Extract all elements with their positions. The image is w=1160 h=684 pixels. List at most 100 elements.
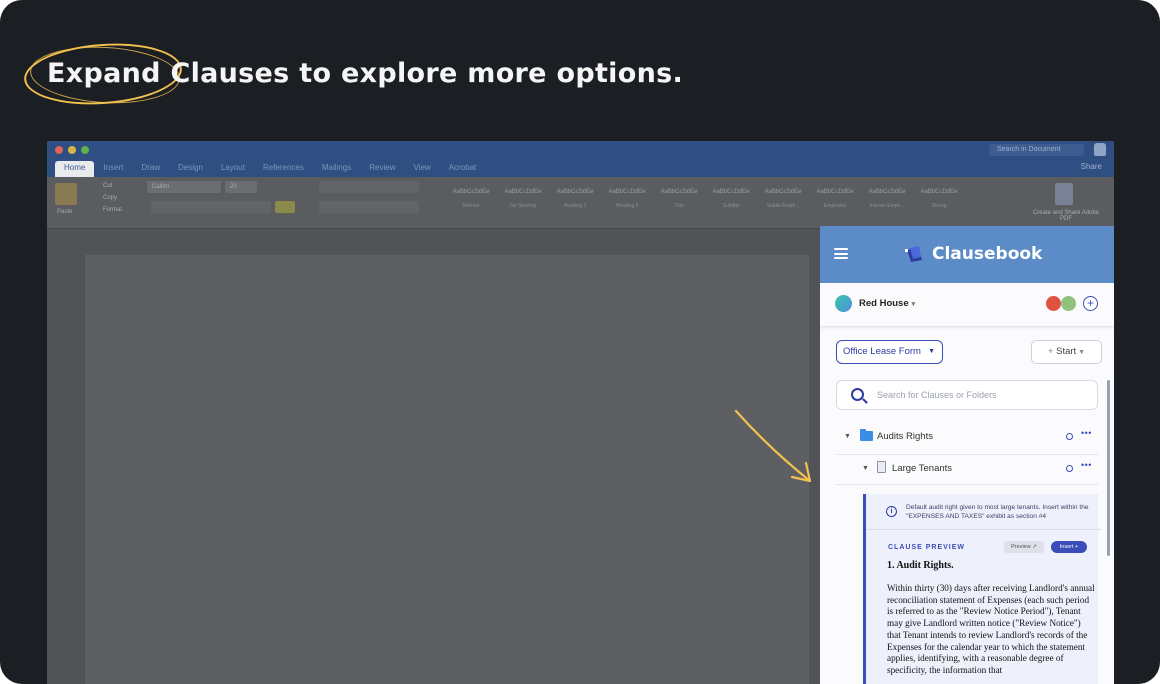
paragraph-buttons[interactable] xyxy=(319,181,419,193)
style-sample: AaBbCcDdEe xyxy=(660,189,698,195)
style-strong[interactable]: AaBbCcDdEe Strong xyxy=(915,185,963,219)
panel-header: Clausebook xyxy=(820,226,1114,283)
start-label: Start xyxy=(1056,346,1077,357)
headline-text: Clauses to explore more options. xyxy=(170,58,684,89)
plus-icon: + xyxy=(1073,544,1079,550)
panel-scrollbar[interactable] xyxy=(1107,380,1110,556)
copy-button[interactable]: Copy xyxy=(103,195,117,201)
maximize-window-icon[interactable] xyxy=(81,146,89,154)
style-sample: AaBbCcDdEe xyxy=(712,189,750,195)
tab-layout[interactable]: Layout xyxy=(212,161,254,175)
font-size-value: 20 xyxy=(230,184,237,190)
alignment-buttons[interactable] xyxy=(319,201,419,213)
style-sample: AaBbCcDdEe xyxy=(504,189,542,195)
tab-insert[interactable]: Insert xyxy=(94,161,132,175)
member-avatar[interactable] xyxy=(1046,296,1061,311)
clause-title: 1. Audit Rights. xyxy=(887,560,954,571)
style-name: Intense Emph... xyxy=(869,203,905,209)
pointer-arrow-icon xyxy=(734,409,812,483)
search-icon xyxy=(851,388,864,401)
style-name: Emphasis xyxy=(824,203,846,209)
tab-review[interactable]: Review xyxy=(360,161,404,175)
style-heading-2[interactable]: AaBbCcDdEe Heading 2 xyxy=(603,185,651,219)
style-subtitle[interactable]: AaBbCcDdEe Subtitle xyxy=(707,185,755,219)
format-button[interactable]: Format xyxy=(103,207,122,213)
style-sample: AaBbCcDdEe xyxy=(556,189,594,195)
chevron-down-icon: ▼ xyxy=(928,348,935,355)
preview-button[interactable]: Preview ↗ xyxy=(1004,541,1044,553)
tab-acrobat[interactable]: Acrobat xyxy=(440,161,486,175)
external-link-icon: ↗ xyxy=(1030,544,1037,550)
insert-button[interactable]: Insert + xyxy=(1051,541,1087,553)
font-size-select[interactable]: 20 xyxy=(225,181,257,193)
tab-draw[interactable]: Draw xyxy=(132,161,169,175)
divider xyxy=(836,484,1098,485)
style-emphasis[interactable]: AaBbCcDdEe Emphasis xyxy=(811,185,859,219)
info-icon[interactable] xyxy=(1066,433,1073,440)
account-icon[interactable] xyxy=(1094,143,1106,156)
word-titlebar: Search in Document xyxy=(47,141,1114,159)
brand-name: Clausebook xyxy=(932,244,1043,264)
clausebook-logo-icon xyxy=(905,246,922,262)
style-name: Strong xyxy=(931,203,947,209)
style-name: Subtle Emph... xyxy=(766,203,800,209)
style-sample: AaBbCcDdEe xyxy=(868,189,906,195)
style-normal[interactable]: AaBbCcDdEe Normal xyxy=(447,185,495,219)
expand-caret-icon[interactable]: ▼ xyxy=(862,465,869,472)
tree-item-label: Large Tenants xyxy=(892,463,953,474)
tab-mailings[interactable]: Mailings xyxy=(313,161,360,175)
clause-search-input[interactable]: Search for Clauses or Folders xyxy=(836,380,1098,410)
preview-label: Preview xyxy=(1011,544,1031,550)
workspace-name: Red House xyxy=(859,298,909,309)
tab-design[interactable]: Design xyxy=(169,161,212,175)
tab-view[interactable]: View xyxy=(404,161,439,175)
tree-item-audits-rights[interactable]: ▼ Audits Rights ••• xyxy=(836,423,1098,453)
brand: Clausebook xyxy=(904,244,1042,264)
info-icon: i xyxy=(886,506,897,517)
minimize-window-icon[interactable] xyxy=(68,146,76,154)
search-in-document-input[interactable]: Search in Document xyxy=(989,144,1084,156)
style-name: No Spacing xyxy=(510,203,536,209)
share-button[interactable]: Share xyxy=(1081,162,1102,171)
form-select[interactable]: Office Lease Form ▼ xyxy=(836,340,943,364)
workspace-selector[interactable]: Red House ▾ xyxy=(859,298,915,309)
info-icon[interactable] xyxy=(1066,465,1073,472)
style-title[interactable]: AaBbCcDdEe Title xyxy=(655,185,703,219)
style-name: Title xyxy=(674,203,684,209)
document-page[interactable] xyxy=(85,255,809,684)
close-window-icon[interactable] xyxy=(55,146,63,154)
style-intense-emphasis[interactable]: AaBbCcDdEe Intense Emph... xyxy=(863,185,911,219)
paste-label: Paste xyxy=(57,209,73,215)
more-options-icon[interactable]: ••• xyxy=(1081,428,1092,438)
tree-item-label: Audits Rights xyxy=(877,431,933,442)
chevron-down-icon: ▾ xyxy=(911,301,916,308)
more-options-icon[interactable]: ••• xyxy=(1081,460,1092,470)
tab-home[interactable]: Home xyxy=(55,161,95,177)
create-pdf-label: Create and Share Adobe PDF xyxy=(1032,210,1100,222)
style-heading-1[interactable]: AaBbCcDdEe Heading 1 xyxy=(551,185,599,219)
tree-item-large-tenants[interactable]: ▼ Large Tenants ••• xyxy=(836,455,1098,485)
style-name: Normal xyxy=(462,203,480,209)
start-button[interactable]: + Start ▼ xyxy=(1031,340,1102,364)
cut-button[interactable]: Cut xyxy=(103,183,112,189)
adobe-pdf-icon[interactable] xyxy=(1055,183,1073,205)
tab-references[interactable]: References xyxy=(254,161,313,175)
form-select-value: Office Lease Form xyxy=(843,346,921,357)
insert-label: Insert xyxy=(1059,544,1074,550)
member-avatar[interactable] xyxy=(1061,296,1076,311)
search-placeholder: Search for Clauses or Folders xyxy=(877,390,997,400)
highlight-color-icon[interactable] xyxy=(275,201,295,213)
font-format-buttons[interactable] xyxy=(151,201,271,213)
font-name-value: Calibri xyxy=(152,184,170,190)
font-name-select[interactable]: Calibri xyxy=(147,181,221,193)
clause-document-icon xyxy=(877,461,886,473)
clause-description-text: Default audit right given to most large … xyxy=(906,504,1089,520)
style-no-spacing[interactable]: AaBbCcDdEe No Spacing xyxy=(499,185,547,219)
expand-caret-icon[interactable]: ▼ xyxy=(844,433,851,440)
headline-highlight-word: Expand xyxy=(47,58,161,89)
style-subtle-emphasis[interactable]: AaBbCcDdEe Subtle Emph... xyxy=(759,185,807,219)
style-sample: AaBbCcDdEe xyxy=(452,189,490,195)
menu-icon[interactable] xyxy=(834,248,848,259)
paste-icon[interactable] xyxy=(55,183,77,205)
add-member-button[interactable]: + xyxy=(1083,296,1098,311)
